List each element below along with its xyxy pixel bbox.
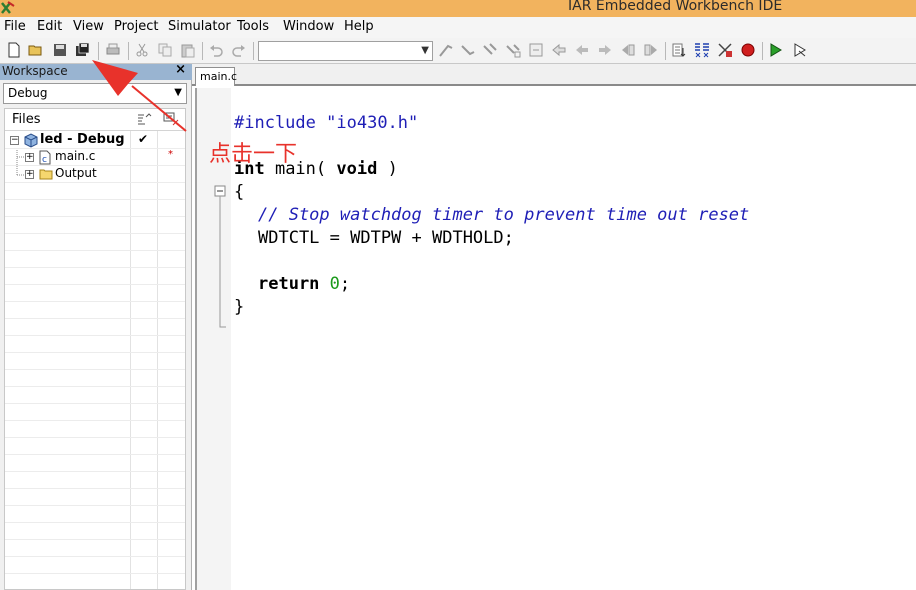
editor-tab-bar: main.c	[192, 64, 916, 86]
tab-main-c[interactable]: main.c	[195, 67, 238, 86]
code-line-return: return 0;	[258, 274, 350, 294]
print-icon[interactable]	[105, 42, 121, 58]
project-label: led - Debug	[40, 132, 125, 147]
collapse-toggle[interactable]: −	[10, 136, 19, 145]
debug-without-download-icon[interactable]	[792, 42, 808, 58]
copy-icon[interactable]	[157, 42, 173, 58]
prev-bookmark-icon[interactable]	[574, 42, 590, 58]
workspace-title: Workspace	[2, 64, 68, 78]
expand-toggle[interactable]: +	[25, 153, 34, 162]
fold-marker[interactable]	[214, 185, 228, 425]
undo-icon[interactable]	[208, 42, 224, 58]
include-filename: "io430.h"	[326, 113, 419, 133]
annotation-label: 点击一下	[209, 142, 298, 167]
download-and-debug-icon[interactable]	[768, 42, 784, 58]
close-icon[interactable]: ×	[175, 62, 186, 77]
replace-icon[interactable]	[505, 42, 521, 58]
configuration-combo[interactable]: ▼	[258, 41, 433, 61]
build-status-column-icon[interactable]	[136, 112, 152, 126]
menu-bar: File Edit View Project Simulator Tools W…	[0, 17, 916, 38]
chevron-down-icon: ▼	[421, 45, 429, 56]
keyword-return: return	[258, 274, 320, 294]
code-line-wdtctl: WDTCTL = WDTPW + WDTHOLD;	[258, 228, 514, 248]
stop-build-icon[interactable]	[717, 42, 733, 58]
modified-flag: *	[168, 149, 173, 160]
iar-app-icon[interactable]	[0, 0, 18, 17]
configuration-dropdown[interactable]: Debug ▼	[3, 83, 187, 104]
tree-header: Files	[5, 109, 185, 131]
save-all-icon[interactable]	[75, 42, 91, 58]
title-bar: IAR Embedded Workbench IDE	[0, 0, 916, 17]
menu-simulator[interactable]: Simulator	[168, 19, 231, 34]
preprocessor-directive: #include	[234, 113, 316, 133]
keyword-void: void	[336, 159, 378, 179]
save-icon[interactable]	[52, 42, 68, 58]
expand-toggle[interactable]: +	[25, 170, 34, 179]
tab-label: main.c	[200, 70, 238, 83]
tree-row-output[interactable]: + Output	[5, 166, 185, 183]
column-files-header[interactable]: Files	[12, 112, 41, 127]
open-file-icon[interactable]	[28, 42, 44, 58]
new-file-icon[interactable]	[6, 42, 22, 58]
toggle-breakpoint-icon[interactable]	[740, 42, 756, 58]
code-line-include: #include "io430.h"	[234, 113, 418, 133]
tree-row-main-c[interactable]: + c main.c *	[5, 149, 185, 166]
menu-project[interactable]: Project	[114, 19, 158, 34]
configuration-dropdown-value: Debug	[8, 86, 48, 100]
find-icon[interactable]	[438, 42, 454, 58]
menu-edit[interactable]: Edit	[37, 19, 62, 34]
chevron-down-icon: ▼	[174, 87, 182, 98]
code-line-open-brace: {	[234, 182, 245, 202]
folder-icon	[39, 169, 53, 180]
file-label: main.c	[55, 149, 96, 163]
code-line-comment: // Stop watchdog timer to prevent time o…	[258, 205, 750, 225]
return-value: 0	[329, 274, 340, 294]
return-semicolon: ;	[339, 274, 351, 294]
find-prev-icon[interactable]	[482, 42, 498, 58]
svg-text:c: c	[42, 155, 47, 165]
c-file-icon: c	[39, 150, 51, 165]
folder-label: Output	[55, 166, 97, 180]
cut-icon[interactable]	[134, 42, 150, 58]
toggle-bookmark-icon[interactable]	[551, 42, 567, 58]
goto-line-icon[interactable]	[528, 42, 544, 58]
compile-icon[interactable]	[671, 42, 687, 58]
menu-view[interactable]: View	[73, 19, 104, 34]
window-title: IAR Embedded Workbench IDE	[568, 0, 783, 14]
menu-file[interactable]: File	[4, 19, 26, 34]
tree-row-project[interactable]: − led - Debug ✔	[5, 132, 185, 149]
find-next-icon[interactable]	[460, 42, 476, 58]
navigate-back-icon[interactable]	[620, 42, 636, 58]
project-icon	[24, 133, 38, 148]
options-column-icon[interactable]	[163, 112, 179, 126]
menu-window[interactable]: Window	[283, 19, 334, 34]
workspace-header: Workspace ×	[0, 62, 192, 80]
menu-help[interactable]: Help	[344, 19, 374, 34]
workspace-tree: Files − led - Debug ✔ + c main.c * + Out…	[4, 108, 186, 590]
next-bookmark-icon[interactable]	[597, 42, 613, 58]
code-line-close-brace: }	[234, 297, 245, 317]
redo-icon[interactable]	[231, 42, 247, 58]
navigate-forward-icon[interactable]	[643, 42, 659, 58]
main-signature-close: )	[377, 159, 398, 179]
active-project-check: ✔	[138, 132, 149, 146]
toolbar: ▼	[0, 38, 916, 64]
make-icon[interactable]	[694, 42, 710, 58]
paste-icon[interactable]	[180, 42, 196, 58]
menu-tools[interactable]: Tools	[237, 19, 269, 34]
